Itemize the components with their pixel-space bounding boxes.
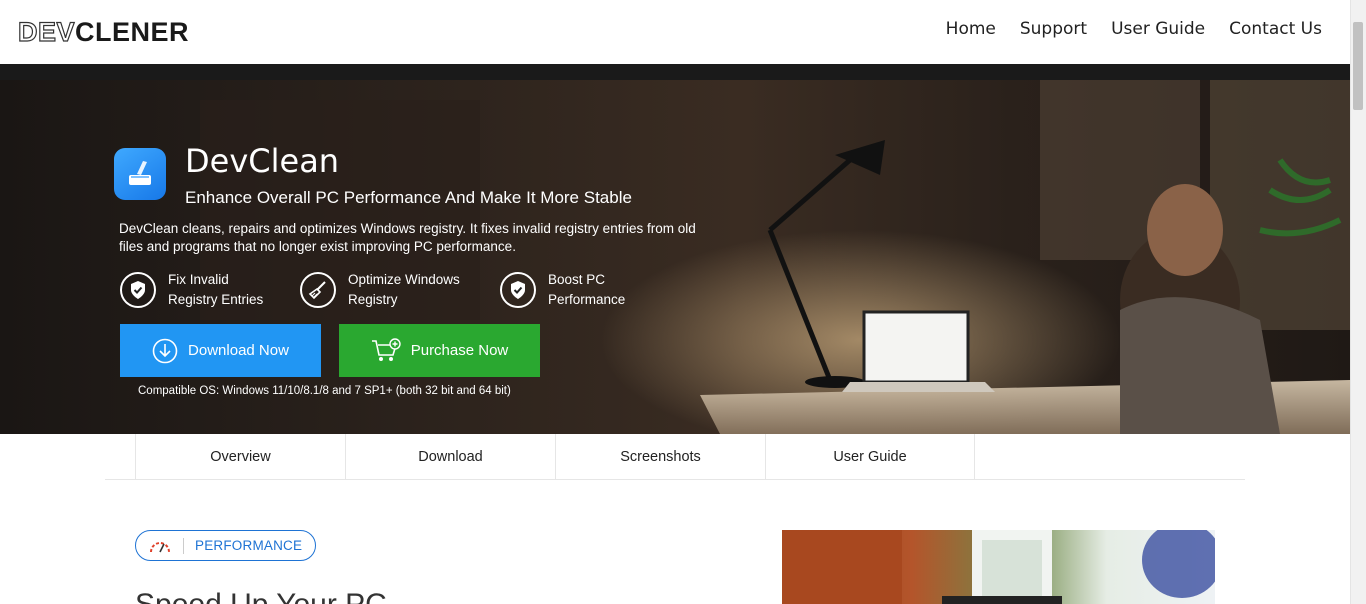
shield-check-icon	[120, 272, 156, 308]
feature-line: Boost PC	[548, 272, 606, 287]
compatible-os-text: Compatible OS: Windows 11/10/8.1/8 and 7…	[138, 385, 511, 397]
feature-fix-registry: Fix Invalid Registry Entries	[120, 270, 298, 310]
tab-user-guide[interactable]: User Guide	[765, 434, 975, 480]
download-now-label: Download Now	[188, 342, 289, 359]
feature-line: Optimize Windows	[348, 272, 460, 287]
download-now-button[interactable]: Download Now	[120, 324, 321, 377]
scrollbar-thumb[interactable]	[1353, 22, 1363, 110]
logo-part-dev: DEV	[17, 17, 76, 47]
feature-text: Boost PC Performance	[548, 270, 678, 310]
app-description: DevClean cleans, repairs and optimizes W…	[119, 221, 696, 254]
broom-icon	[300, 272, 336, 308]
download-icon	[152, 338, 178, 363]
app-title: DevClean	[185, 142, 340, 180]
logo-part-clener: CLENER	[75, 17, 190, 47]
feature-line: Fix Invalid	[168, 272, 229, 287]
tab-download[interactable]: Download	[345, 434, 555, 480]
feature-optimize-registry: Optimize Windows Registry	[300, 270, 478, 310]
nav-home[interactable]: Home	[946, 19, 996, 39]
hero-banner: DevClean Enhance Overall PC Performance …	[0, 64, 1350, 434]
broom-icon	[129, 161, 151, 185]
photo-illustration	[782, 530, 1215, 604]
feature-boost-pc: Boost PC Performance	[500, 270, 678, 310]
tab-screenshots[interactable]: Screenshots	[555, 434, 765, 480]
nav-contact-us[interactable]: Contact Us	[1229, 19, 1322, 39]
devclean-app-icon	[114, 148, 166, 200]
feature-text: Fix Invalid Registry Entries	[168, 270, 298, 310]
nav-user-guide[interactable]: User Guide	[1111, 19, 1205, 39]
feature-text: Optimize Windows Registry	[348, 270, 478, 310]
section-tabs: Overview Download Screenshots User Guide	[105, 434, 1245, 480]
site-logo[interactable]: DEVCLENER	[17, 17, 190, 47]
feature-line: Performance	[548, 292, 626, 307]
main-nav: Home Support User Guide Contact Us	[946, 19, 1322, 39]
section-title: Speed Up Your PC	[135, 588, 387, 604]
site-header: DEVCLENER Home Support User Guide Contac…	[0, 0, 1350, 64]
feature-photo	[782, 530, 1215, 604]
tab-overview[interactable]: Overview	[135, 434, 345, 480]
performance-badge-label: PERFORMANCE	[195, 538, 303, 553]
nav-support[interactable]: Support	[1020, 19, 1087, 39]
feature-line: Registry Entries	[168, 292, 264, 307]
purchase-now-label: Purchase Now	[410, 342, 509, 359]
purchase-now-button[interactable]: Purchase Now	[339, 324, 540, 377]
feature-line: Registry	[348, 292, 398, 307]
hero-background-photo	[200, 80, 1350, 434]
page-scrollbar[interactable]	[1350, 0, 1366, 604]
app-subtitle: Enhance Overall PC Performance And Make …	[185, 188, 632, 207]
shield-check-icon	[500, 272, 536, 308]
speedometer-icon	[136, 537, 184, 554]
cart-plus-icon	[371, 337, 401, 361]
performance-badge: PERFORMANCE	[135, 530, 316, 561]
hero-top-strip	[0, 64, 1350, 80]
